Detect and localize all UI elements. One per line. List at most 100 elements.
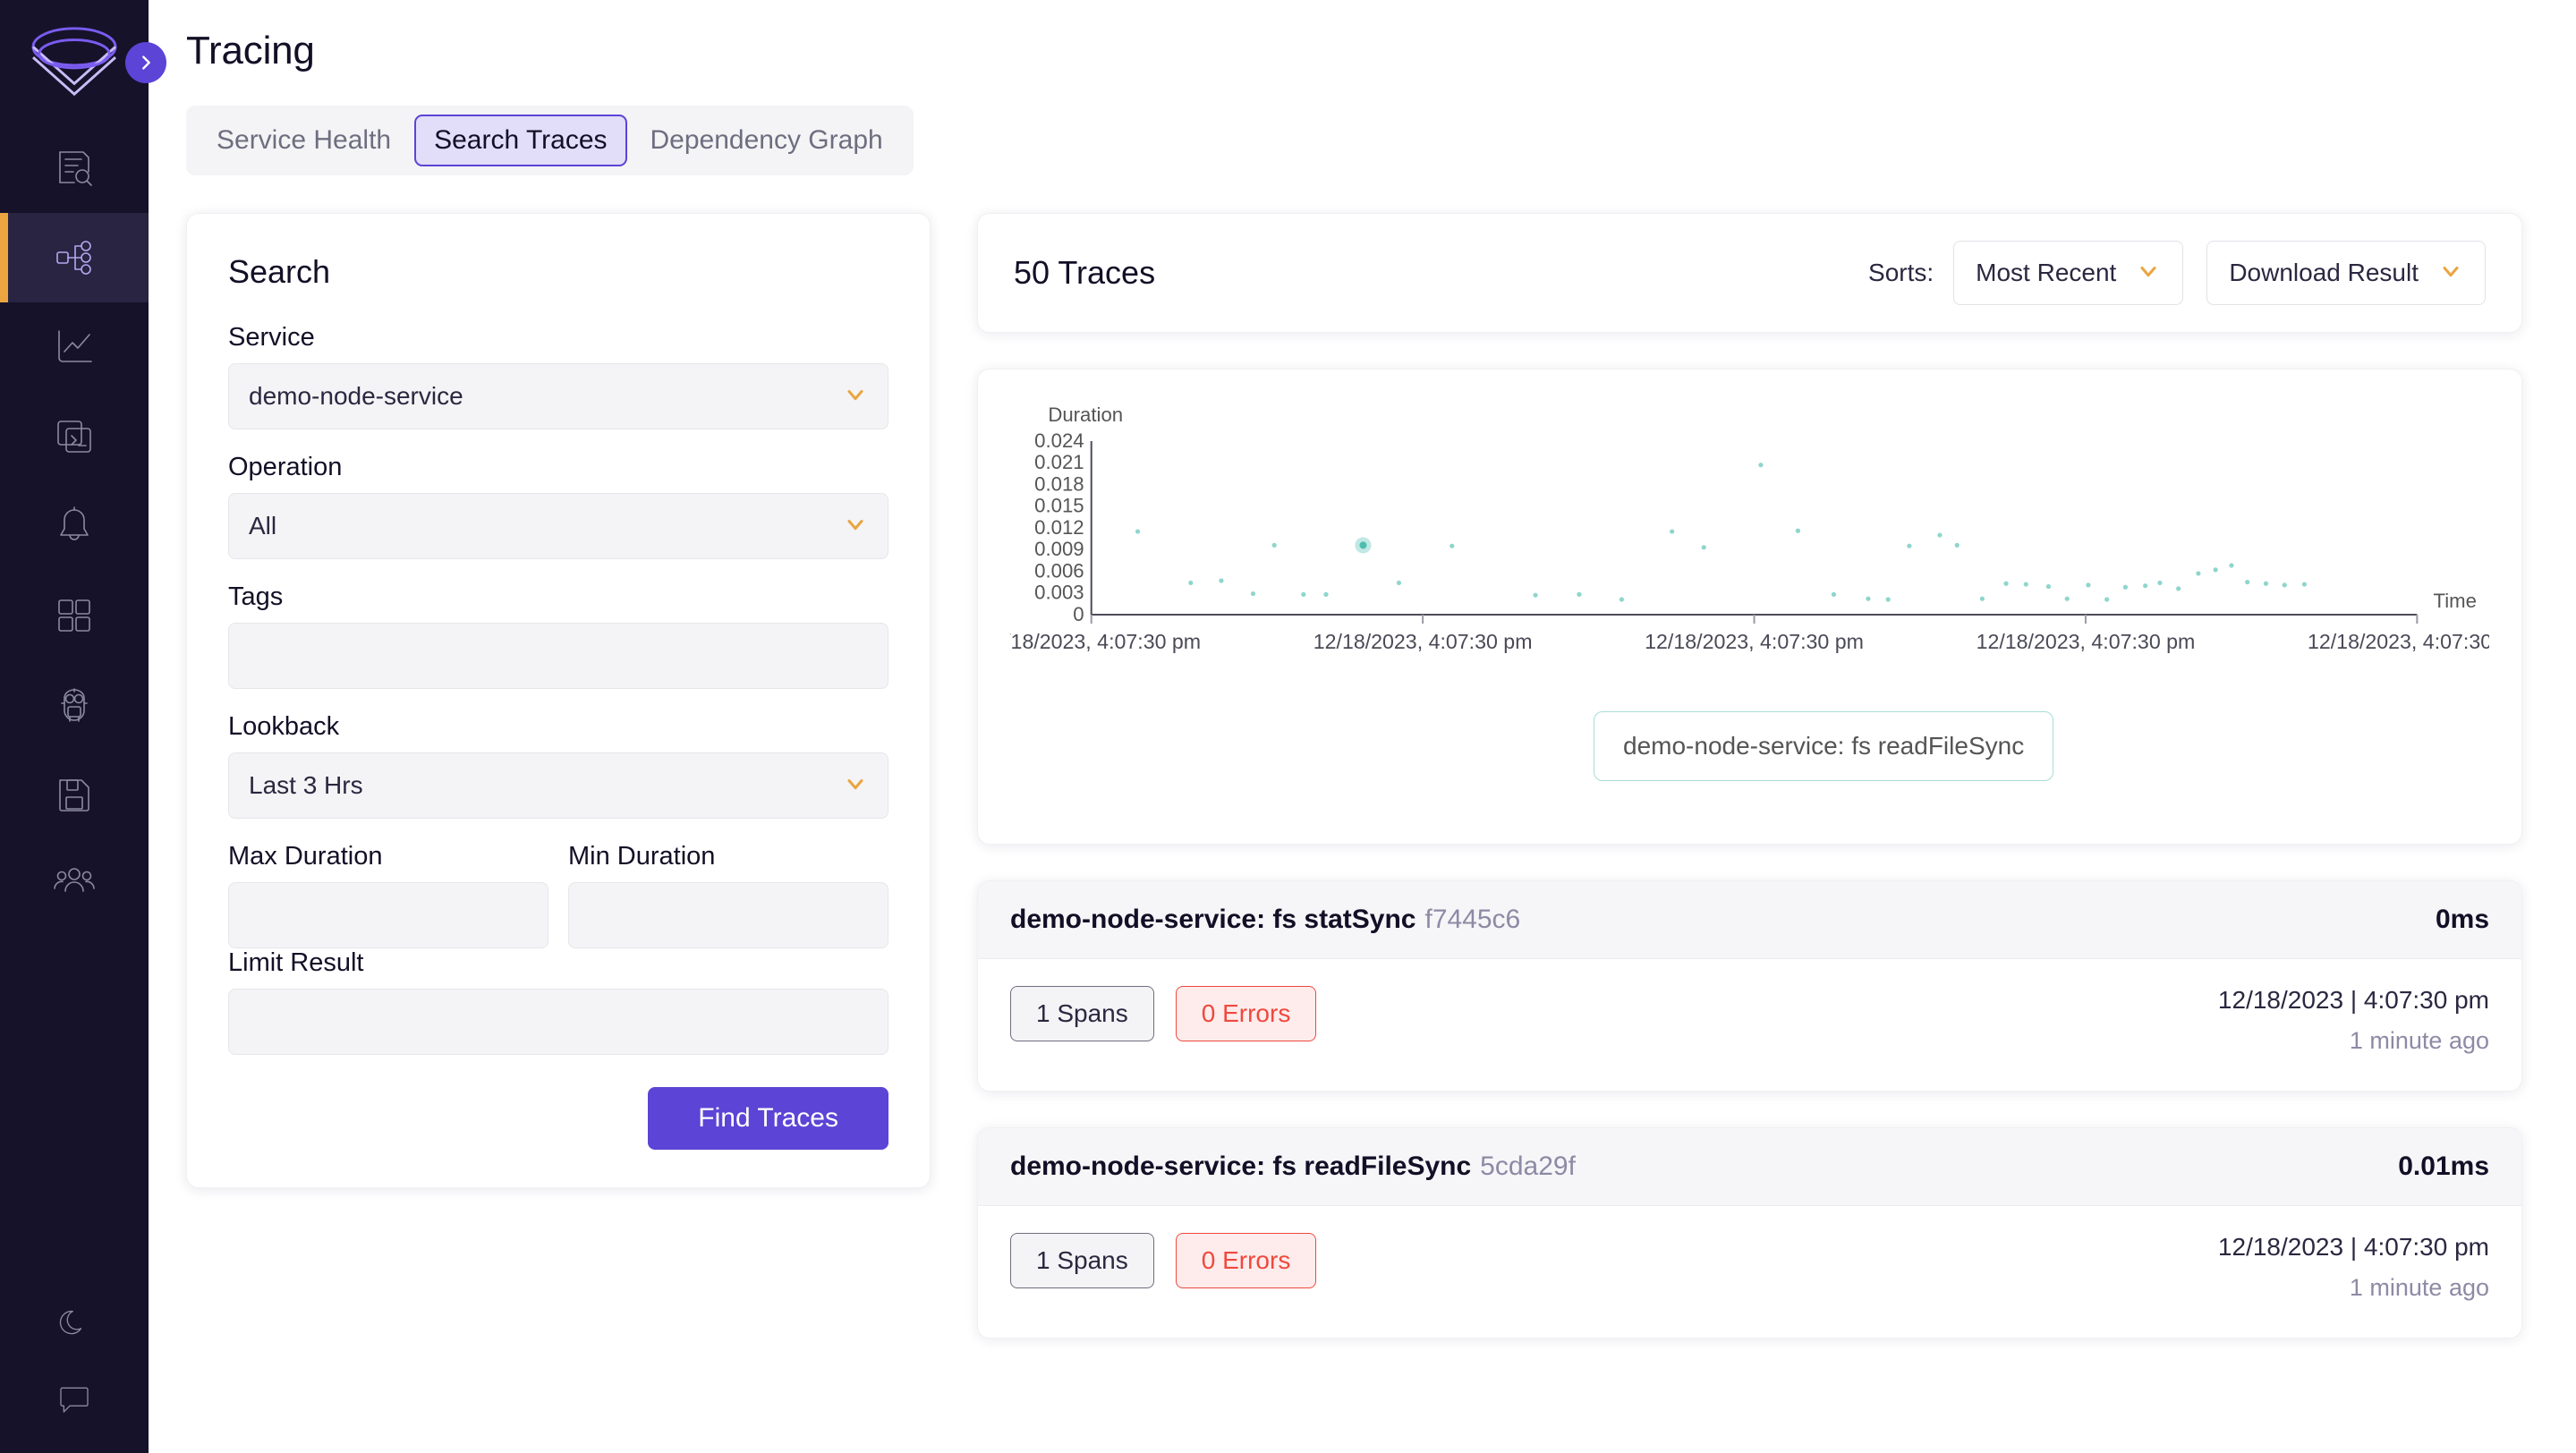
tags-input[interactable] xyxy=(228,623,888,689)
trace-meta: 12/18/2023 | 4:07:30 pm 1 minute ago xyxy=(2218,986,2489,1055)
page-title: Tracing xyxy=(186,29,315,72)
svg-text:0.024: 0.024 xyxy=(1034,429,1084,452)
sidebar-expand-button[interactable] xyxy=(125,42,166,83)
signoz-logo xyxy=(31,27,117,97)
svg-text:0.009: 0.009 xyxy=(1034,538,1084,560)
results-panel: 50 Traces Sorts: Most Recent Download Re… xyxy=(977,213,2522,1453)
chart-x-tick-labels: 12/18/2023, 4:07:30 pm 12/18/2023, 4:07:3… xyxy=(1010,630,2489,653)
trace-duration: 0.01ms xyxy=(2398,1151,2489,1181)
sidebar-item-metrics[interactable] xyxy=(0,302,149,392)
chart-xlabel: Time xyxy=(2434,590,2477,612)
spans-badge[interactable]: 1 Spans xyxy=(1010,1233,1154,1288)
trace-relative-time: 1 minute ago xyxy=(2349,1274,2489,1301)
chevron-down-icon xyxy=(843,771,868,800)
trace-body: 1 Spans 0 Errors 12/18/2023 | 4:07:30 pm… xyxy=(978,1206,2521,1338)
chart-points xyxy=(1135,463,2308,602)
limit-result-input[interactable] xyxy=(228,989,888,1055)
field-operation: Operation All xyxy=(228,453,888,559)
max-duration-label: Max Duration xyxy=(228,842,383,871)
sidebar-item-service-map[interactable] xyxy=(0,660,149,750)
traces-count: 50 Traces xyxy=(1014,254,1156,291)
sidebar-item-traces[interactable] xyxy=(0,213,149,302)
download-result-label: Download Result xyxy=(2229,259,2419,286)
search-panel: Search Service demo-node-service Operati… xyxy=(186,213,931,1188)
moon-icon xyxy=(59,1310,82,1335)
lookback-select[interactable]: Last 3 Hrs xyxy=(228,752,888,819)
errors-badge[interactable]: 0 Errors xyxy=(1175,1233,1317,1288)
trace-name: demo-node-service: fs readFileSync xyxy=(1010,1151,1472,1181)
trace-meta: 12/18/2023 | 4:07:30 pm 1 minute ago xyxy=(2218,1233,2489,1302)
limit-result-label: Limit Result xyxy=(228,948,364,977)
tags-label: Tags xyxy=(228,582,284,611)
sidebar-item-support-chat[interactable] xyxy=(0,1369,149,1428)
sidebar-item-exceptions[interactable] xyxy=(0,392,149,481)
svg-text:0.003: 0.003 xyxy=(1034,582,1084,604)
traces-node-graph-icon xyxy=(56,241,91,275)
min-duration-input[interactable] xyxy=(568,882,888,948)
tab-service-health[interactable]: Service Health xyxy=(197,115,411,166)
sidebar-bottom-nav xyxy=(0,1294,149,1428)
trace-id: 5cda29f xyxy=(1480,1151,1576,1181)
trace-header: demo-node-service: fs statSync f7445c6 0m… xyxy=(978,881,2521,959)
sort-dropdown[interactable]: Most Recent xyxy=(1953,241,2184,305)
field-service: Service demo-node-service xyxy=(228,323,888,429)
svg-text:12/18/2023, 4:07:30 pm: 12/18/2023, 4:07:30 pm xyxy=(1645,630,1864,653)
trace-duration: 0ms xyxy=(2435,905,2489,934)
grid-dashboard-icon xyxy=(58,599,90,632)
operation-label: Operation xyxy=(228,453,343,481)
operation-select[interactable]: All xyxy=(228,493,888,559)
svg-text:12/18/2023, 4:07:30 pm: 12/18/2023, 4:07:30 pm xyxy=(1010,630,1201,653)
app-root: Tracing Service Health Search Traces Dep… xyxy=(0,0,2576,1453)
svg-text:12/18/2023, 4:07:30 pm: 12/18/2023, 4:07:30 pm xyxy=(2308,630,2489,653)
save-disk-icon xyxy=(59,779,89,811)
svg-text:0.015: 0.015 xyxy=(1034,495,1084,517)
chevron-right-icon xyxy=(142,55,150,70)
sidebar-nav xyxy=(0,123,149,929)
svg-text:0: 0 xyxy=(1073,603,1084,625)
max-duration-input[interactable] xyxy=(228,882,548,948)
service-label: Service xyxy=(228,323,315,352)
sidebar-item-dashboards[interactable] xyxy=(0,571,149,660)
sidebar-item-logs[interactable] xyxy=(0,123,149,213)
tab-dependency-graph[interactable]: Dependency Graph xyxy=(631,115,903,166)
find-traces-button[interactable]: Find Traces xyxy=(648,1087,888,1150)
sorts-label: Sorts: xyxy=(1868,259,1934,286)
duration-fields: Max Duration Min Duration xyxy=(228,842,888,948)
service-select[interactable]: demo-node-service xyxy=(228,363,888,429)
trace-relative-time: 1 minute ago xyxy=(2349,1027,2489,1054)
lookback-label: Lookback xyxy=(228,712,340,741)
trace-name: demo-node-service: fs statSync xyxy=(1010,905,1416,934)
svg-text:0.021: 0.021 xyxy=(1034,451,1084,473)
svg-text:0.012: 0.012 xyxy=(1034,516,1084,539)
min-duration-label: Min Duration xyxy=(568,842,716,871)
logs-search-icon xyxy=(59,151,92,186)
sidebar-item-alerts[interactable] xyxy=(0,481,149,571)
svg-text:0.018: 0.018 xyxy=(1034,473,1084,496)
trace-timestamp: 12/18/2023 | 4:07:30 pm xyxy=(2217,1233,2489,1261)
field-max-duration: Max Duration xyxy=(228,842,548,948)
chevron-down-icon xyxy=(843,382,868,411)
sidebar-item-dark-mode[interactable] xyxy=(0,1294,149,1353)
field-limit-result: Limit Result xyxy=(228,948,888,1055)
bell-icon xyxy=(60,506,89,540)
chevron-down-icon xyxy=(2136,259,2161,287)
download-result-dropdown[interactable]: Download Result xyxy=(2206,241,2486,305)
chart-y-ticks: 00.0030.0060.0090.0120.0150.0180.0210.02… xyxy=(1034,429,1084,625)
sidebar-item-saved-views[interactable] xyxy=(0,750,149,839)
svg-text:12/18/2023, 4:07:30 pm: 12/18/2023, 4:07:30 pm xyxy=(1977,630,2196,653)
errors-badge[interactable]: 0 Errors xyxy=(1175,986,1317,1041)
search-heading: Search xyxy=(228,253,331,290)
field-min-duration: Min Duration xyxy=(568,842,888,948)
sort-value: Most Recent xyxy=(1976,259,2117,286)
tab-search-traces[interactable]: Search Traces xyxy=(414,115,627,166)
spans-badge[interactable]: 1 Spans xyxy=(1010,986,1154,1041)
trace-row-1[interactable]: demo-node-service: fs readFileSync 5cda29… xyxy=(977,1127,2522,1338)
chevron-down-icon xyxy=(2438,259,2463,287)
trace-row-0[interactable]: demo-node-service: fs statSync f7445c6 0m… xyxy=(977,880,2522,1092)
svg-text:12/18/2023, 4:07:30 pm: 12/18/2023, 4:07:30 pm xyxy=(1314,630,1533,653)
duration-scatter-chart[interactable]: Duration 0 0.003 0.006 0.009 0.012 0.015 0.018… xyxy=(977,369,2522,845)
content-area: Search Service demo-node-service Operati… xyxy=(149,175,2576,1453)
chart-tooltip: demo-node-service: fs readFileSync xyxy=(1594,711,2054,781)
metrics-line-chart-icon xyxy=(58,330,92,362)
sidebar-item-members[interactable] xyxy=(0,839,149,929)
